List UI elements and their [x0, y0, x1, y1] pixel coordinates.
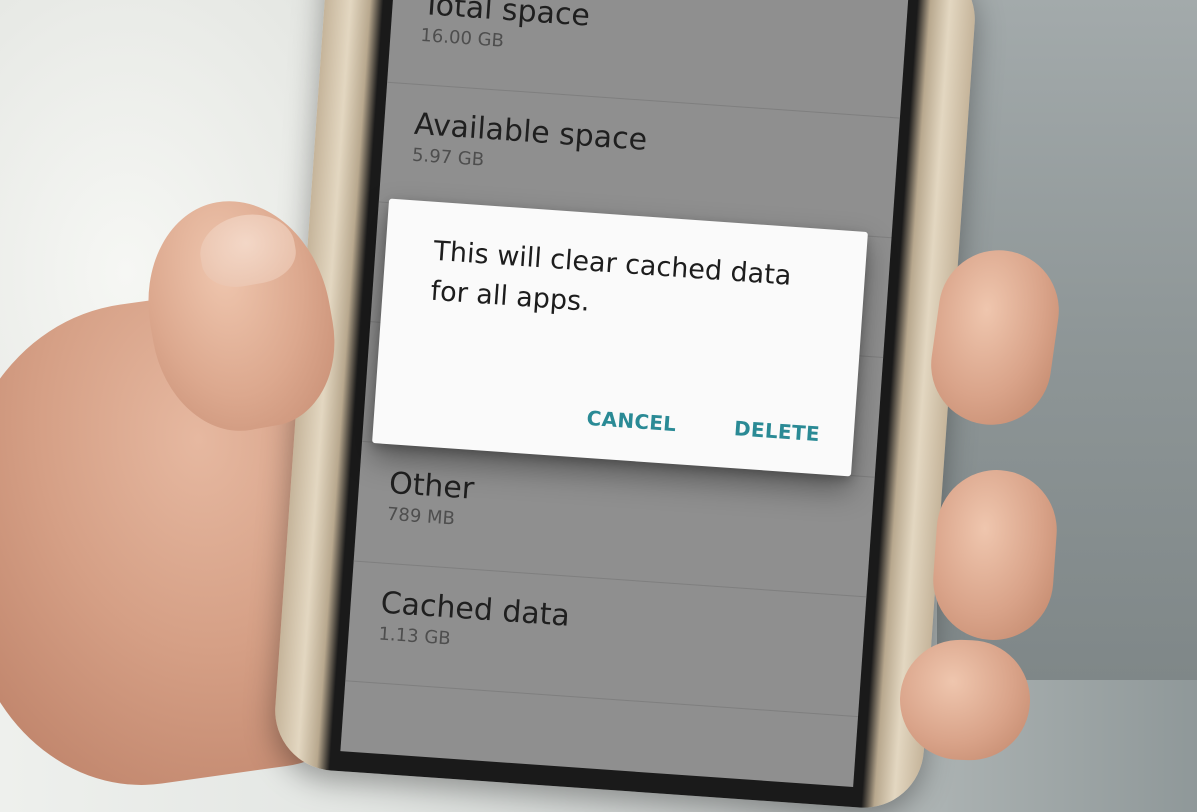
clear-cache-dialog: This will clear cached data for all apps…	[372, 198, 868, 477]
delete-button[interactable]: DELETE	[733, 416, 820, 446]
dialog-message: This will clear cached data for all apps…	[429, 235, 793, 318]
cancel-button[interactable]: CANCEL	[586, 406, 677, 436]
finger-lower	[897, 637, 1033, 763]
dialog-actions: CANCEL DELETE	[586, 406, 821, 446]
